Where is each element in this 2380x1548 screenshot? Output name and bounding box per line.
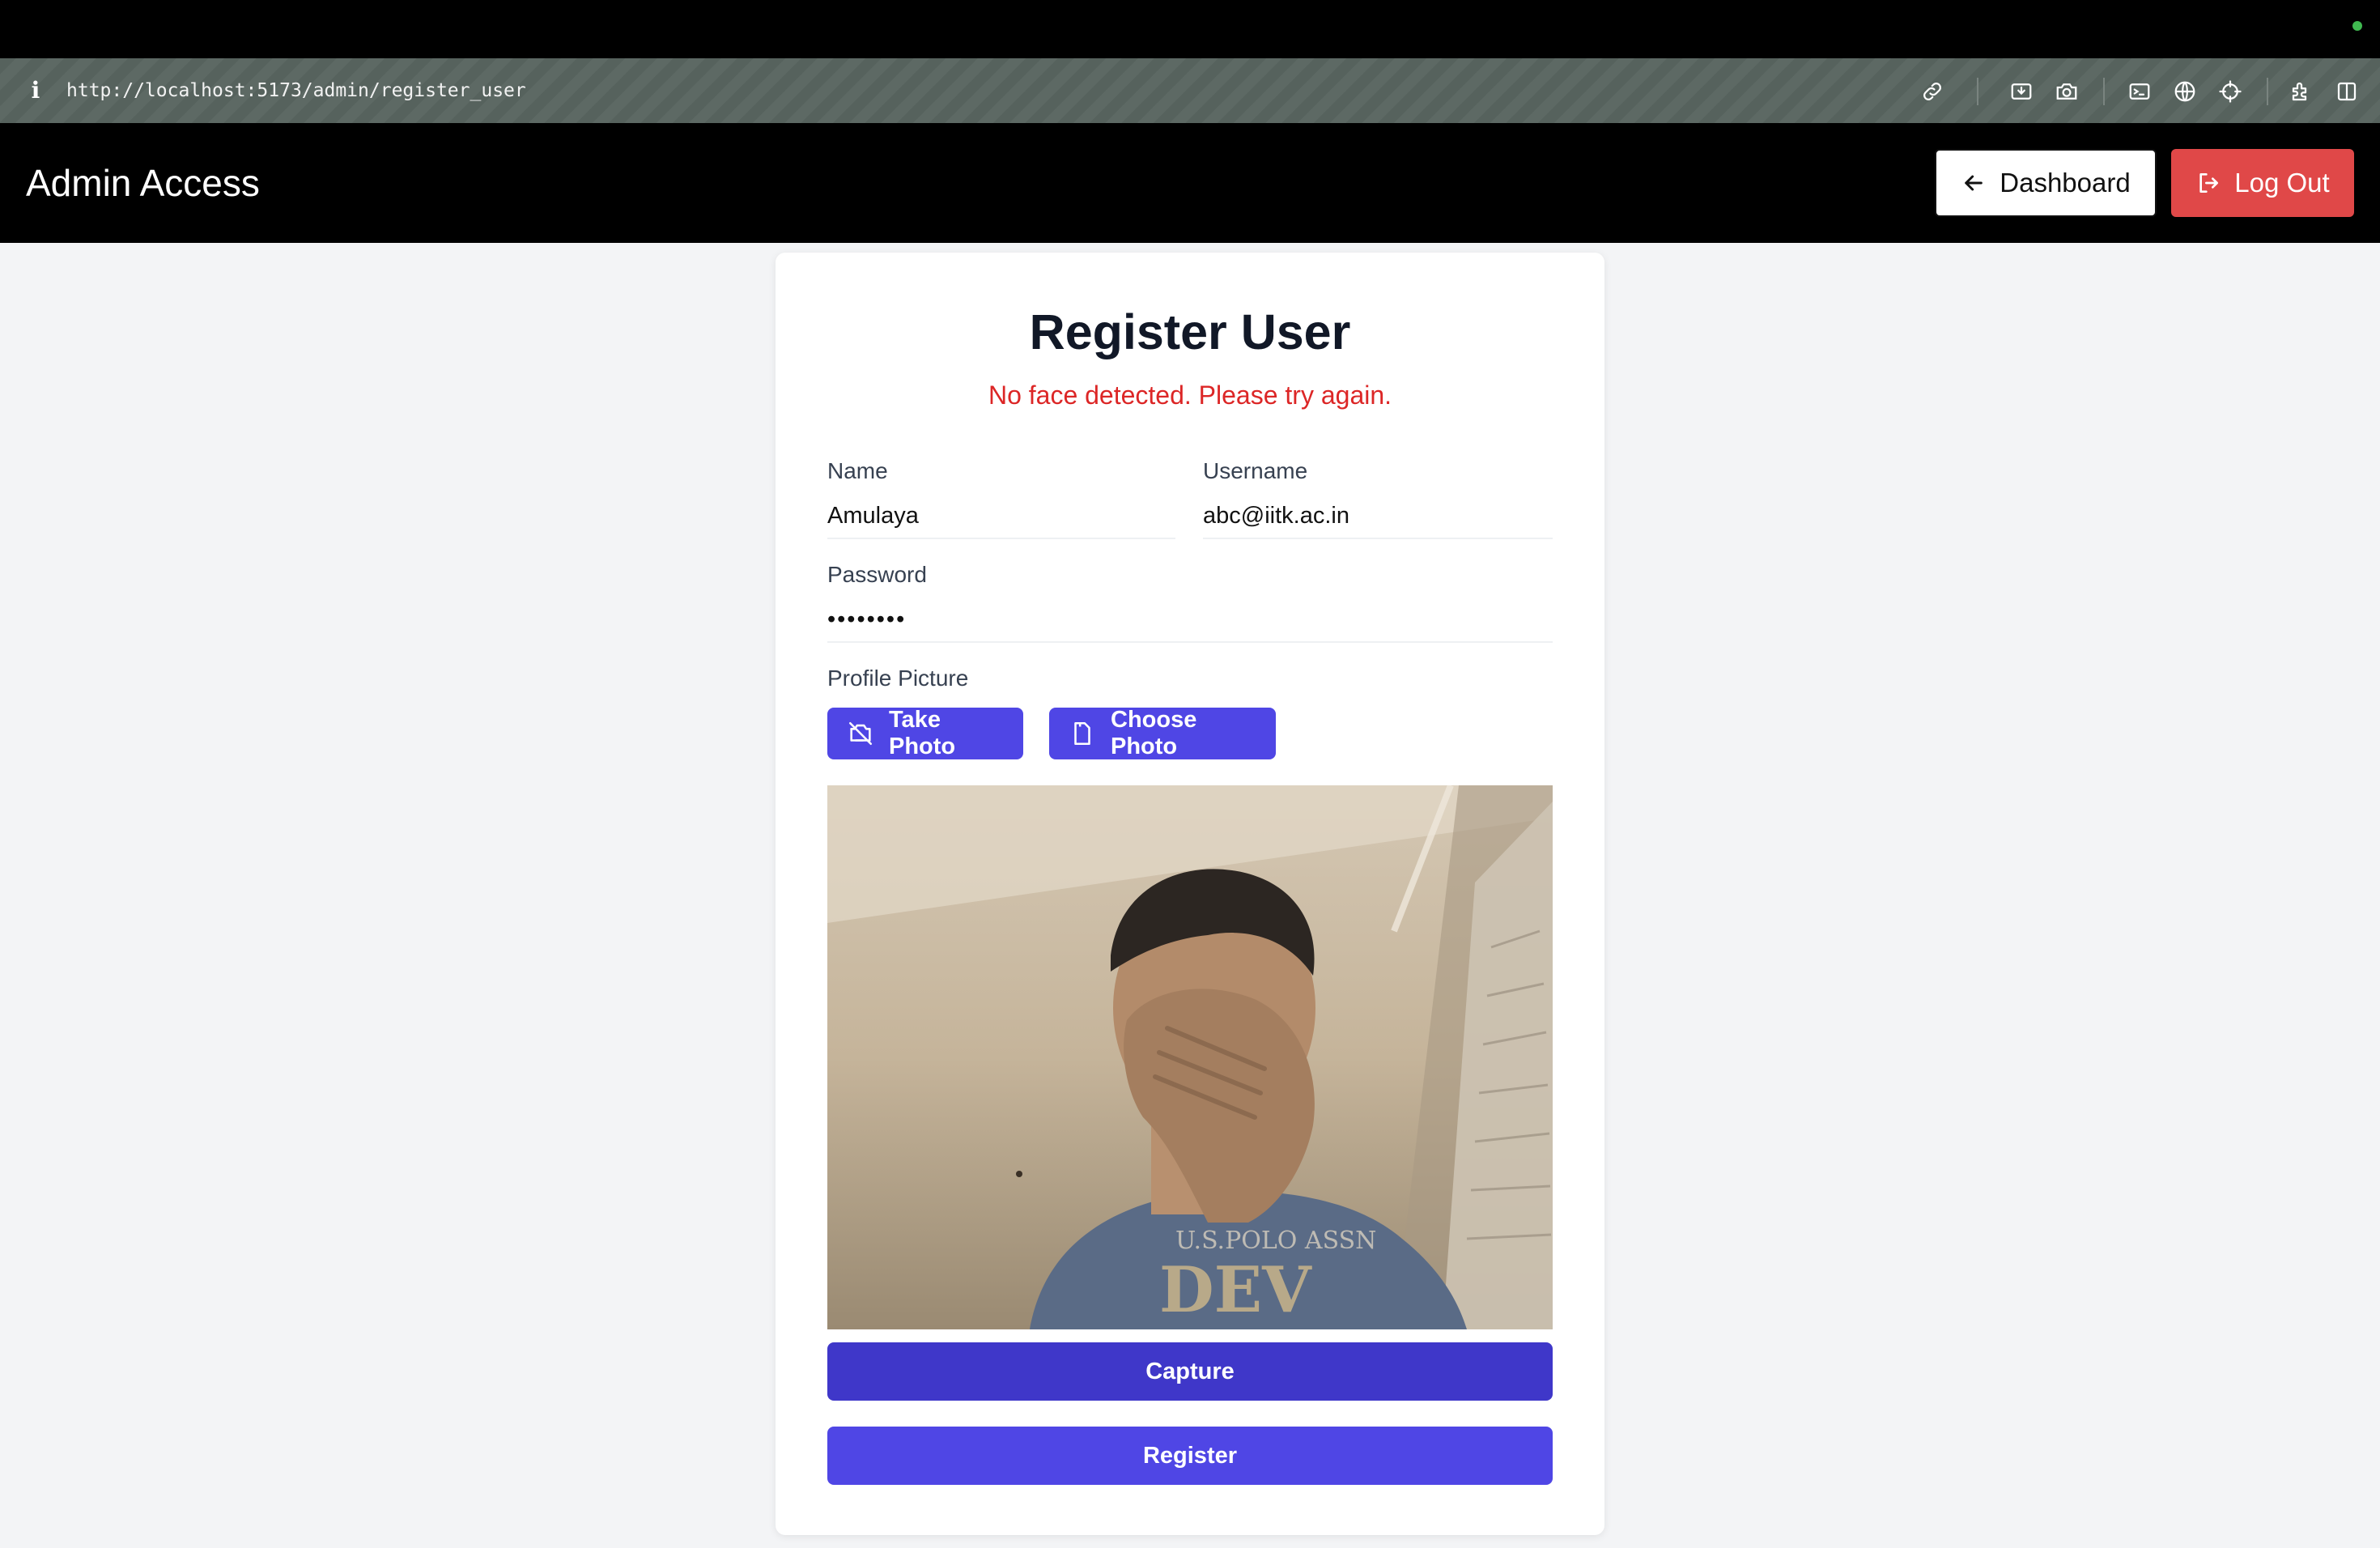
logout-icon: [2195, 170, 2221, 196]
url-text[interactable]: http://localhost:5173/admin/register_use…: [66, 78, 526, 104]
arrow-left-icon: [1961, 170, 1987, 196]
terminal-icon[interactable]: [2127, 79, 2152, 104]
camera-preview: DEV U.S.POLO ASSN: [827, 785, 1553, 1329]
extensions-icon[interactable]: [2289, 79, 2314, 104]
toolbar-divider: [2267, 78, 2268, 105]
os-top-bar: [0, 0, 2380, 58]
register-button[interactable]: Register: [827, 1427, 1553, 1485]
name-label: Name: [827, 458, 888, 483]
username-input[interactable]: [1203, 494, 1553, 539]
register-card: Register User No face detected. Please t…: [776, 253, 1604, 1535]
camera-preview-image: DEV U.S.POLO ASSN: [827, 785, 1553, 1329]
password-label: Password: [827, 562, 927, 587]
app-header: Admin Access Dashboard Log Out: [0, 123, 2380, 243]
sidebar-icon[interactable]: [2335, 79, 2359, 104]
choose-photo-label: Choose Photo: [1111, 707, 1197, 759]
download-icon[interactable]: [2009, 79, 2034, 104]
password-input[interactable]: [827, 598, 1553, 643]
dashboard-button-label: Dashboard: [2000, 168, 2131, 198]
logout-button[interactable]: Log Out: [2171, 149, 2354, 217]
file-icon: [1069, 720, 1096, 747]
take-photo-button[interactable]: Take Photo: [827, 707, 1023, 759]
status-indicator-dot: [2352, 21, 2362, 31]
info-icon[interactable]: i: [28, 76, 44, 105]
link-icon[interactable]: [1920, 79, 1944, 104]
camera-off-icon: [847, 720, 874, 747]
logout-button-label: Log Out: [2234, 168, 2330, 198]
toolbar-divider: [2103, 78, 2105, 105]
svg-text:U.S.POLO ASSN: U.S.POLO ASSN: [1175, 1227, 1376, 1255]
svg-text:DEV: DEV: [1159, 1253, 1312, 1327]
capture-button[interactable]: Capture: [827, 1342, 1553, 1401]
toolbar-divider: [1977, 78, 1978, 105]
username-label: Username: [1203, 458, 1308, 483]
crosshair-icon[interactable]: [2218, 79, 2242, 104]
name-input[interactable]: [827, 494, 1175, 539]
brand-title: Admin Access: [26, 162, 260, 204]
globe-icon[interactable]: [2173, 79, 2197, 104]
take-photo-label: Take Photo: [889, 707, 956, 759]
browser-address-bar: i http://localhost:5173/admin/register_u…: [0, 58, 2380, 123]
profile-picture-label: Profile Picture: [827, 666, 969, 691]
error-message: No face detected. Please try again.: [988, 381, 1392, 410]
page-title: Register User: [1029, 304, 1351, 359]
camera-icon[interactable]: [2055, 79, 2079, 104]
choose-photo-button[interactable]: Choose Photo: [1049, 707, 1276, 759]
dashboard-button[interactable]: Dashboard: [1935, 149, 2157, 217]
